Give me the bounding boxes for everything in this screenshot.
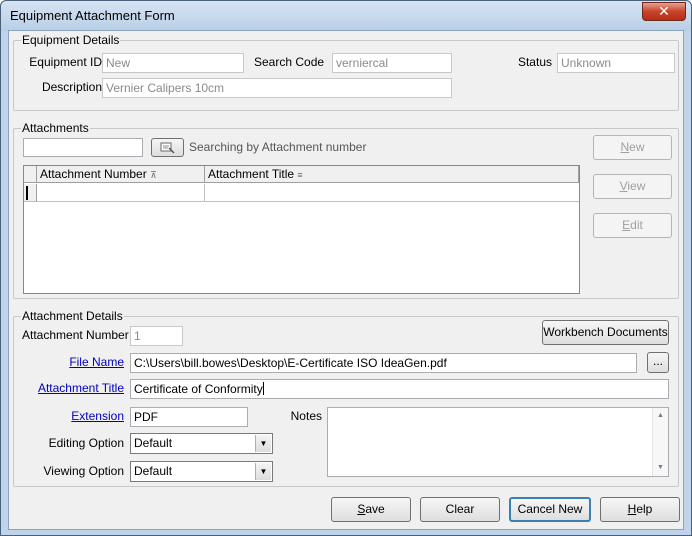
clear-button[interactable]: Clear (420, 497, 500, 522)
attachment-details-group: Attachment Details Attachment Number 1 W… (13, 309, 679, 487)
save-label: ave (365, 502, 385, 516)
search-options-icon (160, 142, 175, 154)
extension-field[interactable]: PDF (130, 407, 248, 427)
extension-link[interactable]: Extension (22, 409, 124, 423)
notes-scrollbar[interactable]: ▲ ▼ (652, 408, 668, 476)
attachment-number-field[interactable]: 1 (130, 326, 183, 346)
editing-option-value: Default (134, 436, 173, 450)
attachment-title-link[interactable]: Attachment Title (22, 381, 124, 395)
attachments-label: Attachments (21, 121, 90, 135)
search-code-label: Search Code (254, 55, 325, 69)
browse-button[interactable]: ... (647, 352, 669, 373)
viewing-option-value: Default (134, 464, 173, 478)
equipment-id-field[interactable]: New (102, 53, 244, 73)
form-client-area: Equipment Details Equipment ID New Searc… (8, 30, 684, 530)
editing-option-select[interactable]: Default ▼ (130, 433, 273, 454)
attachment-search-input[interactable] (23, 138, 143, 157)
description-field[interactable]: Vernier Calipers 10cm (102, 78, 452, 98)
description-label: Description (41, 80, 102, 94)
scroll-down-icon[interactable]: ▼ (653, 460, 668, 476)
table-cell[interactable] (205, 184, 579, 202)
workbench-documents-button[interactable]: Workbench Documents (542, 320, 669, 345)
table-cell[interactable] (37, 184, 205, 202)
equipment-details-group: Equipment Details Equipment ID New Searc… (13, 33, 679, 111)
file-name-link[interactable]: File Name (22, 355, 124, 369)
help-button[interactable]: Help (600, 497, 680, 522)
notes-label: Notes (290, 409, 322, 423)
window-title: Equipment Attachment Form (10, 8, 175, 23)
new-attachment-button[interactable]: New (593, 135, 672, 160)
column-header-attachment-number[interactable]: Attachment Number ⊼ (37, 166, 205, 183)
title-bar[interactable]: Equipment Attachment Form ✕ (1, 1, 691, 31)
scroll-up-icon[interactable]: ▲ (653, 408, 668, 424)
save-button[interactable]: Save (331, 497, 411, 522)
text-caret (262, 382, 264, 395)
view-label: iew (627, 179, 646, 193)
current-row-indicator (26, 186, 28, 200)
status-label: Status (517, 55, 552, 69)
equipment-details-label: Equipment Details (21, 33, 121, 47)
file-name-field[interactable]: C:\Users\bill.bowes\Desktop\E-Certificat… (130, 353, 637, 373)
edit-attachment-button[interactable]: Edit (593, 213, 672, 238)
new-label-accel: N (620, 140, 630, 154)
close-icon: ✕ (658, 3, 670, 19)
column-label: Attachment Title (208, 167, 295, 181)
equipment-attachment-window: Equipment Attachment Form ✕ Equipment De… (0, 0, 692, 536)
status-field[interactable]: Unknown (557, 53, 675, 73)
help-label: elp (636, 502, 653, 516)
attachments-grid[interactable]: Attachment Number ⊼ Attachment Title ≡ (23, 165, 580, 294)
editing-option-label: Editing Option (48, 436, 124, 450)
column-header-attachment-title[interactable]: Attachment Title ≡ (205, 166, 579, 183)
new-label: ew (629, 140, 645, 154)
notes-textarea[interactable]: ▲ ▼ (327, 407, 669, 477)
equipment-id-label: Equipment ID (29, 55, 102, 69)
attachment-number-label: Attachment Number (22, 328, 129, 342)
viewing-option-label: Viewing Option (43, 464, 125, 478)
attachment-title-field[interactable]: Certificate of Conformity (130, 379, 669, 399)
chevron-down-icon[interactable]: ▼ (255, 435, 271, 452)
row-selector[interactable] (24, 184, 37, 202)
sort-asc-icon: ⊼ (150, 170, 157, 180)
close-button[interactable]: ✕ (642, 2, 686, 21)
viewing-option-select[interactable]: Default ▼ (130, 461, 273, 482)
edit-label-accel: E (622, 218, 631, 232)
attachment-title-value: Certificate of Conformity (134, 382, 263, 396)
search-options-button[interactable] (151, 138, 184, 157)
row-selector-header (24, 166, 37, 183)
search-code-field[interactable]: verniercal (332, 53, 452, 73)
chevron-down-icon[interactable]: ▼ (255, 463, 271, 480)
sort-icon: ≡ (297, 170, 303, 180)
attachments-group: Attachments Searching by Attachment numb… (13, 121, 679, 299)
search-hint-text: Searching by Attachment number (189, 140, 367, 154)
edit-label: dit (630, 218, 643, 232)
view-attachment-button[interactable]: View (593, 174, 672, 199)
cancel-new-button[interactable]: Cancel New (509, 497, 591, 522)
column-label: Attachment Number (40, 167, 147, 181)
attachment-details-label: Attachment Details (21, 309, 124, 323)
